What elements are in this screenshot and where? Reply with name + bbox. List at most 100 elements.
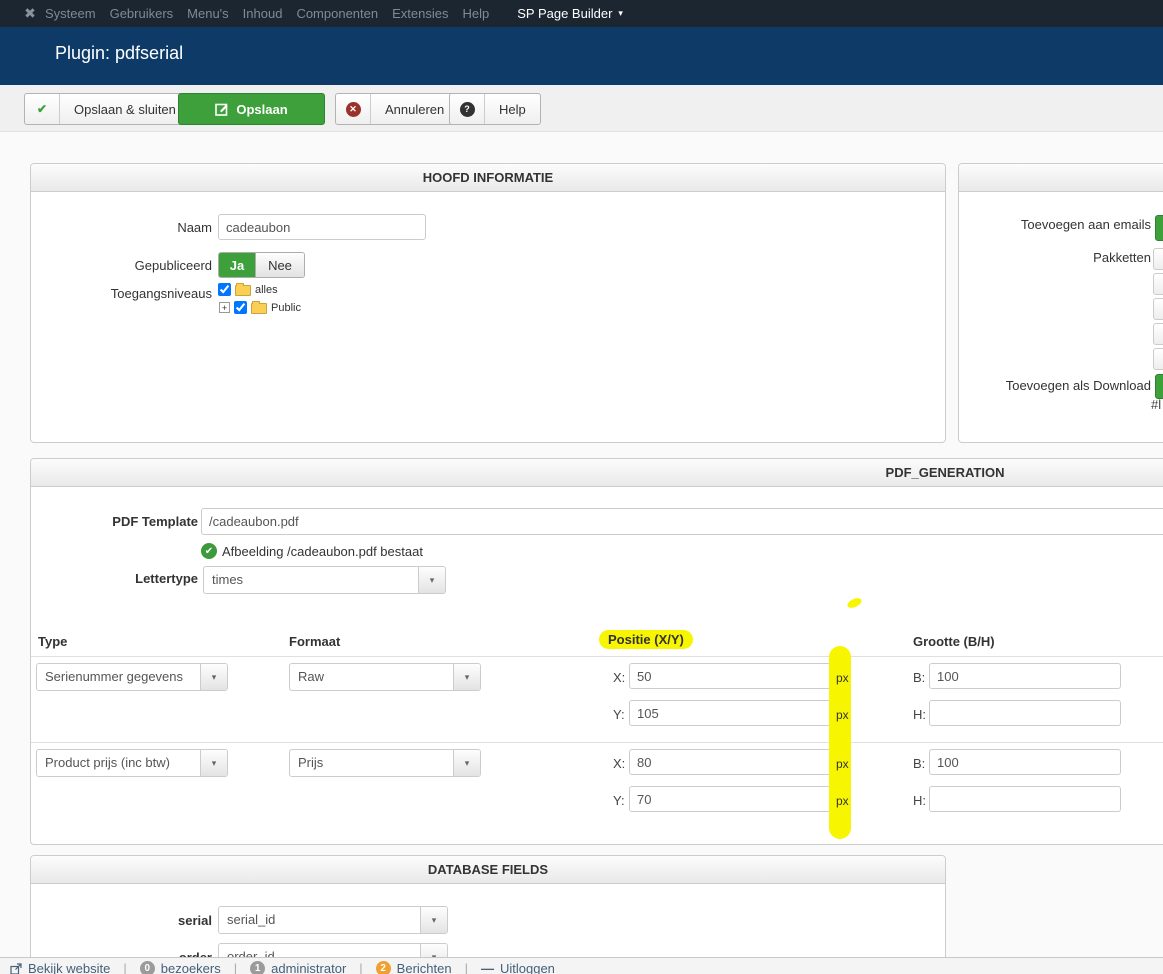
row1-type-select-button[interactable]: ▾	[200, 664, 227, 690]
serial-select[interactable]: serial_id ▾	[218, 906, 448, 934]
external-link-icon	[10, 963, 22, 974]
row2-formaat-select-button[interactable]: ▾	[453, 750, 480, 776]
logout-link[interactable]: — Uitloggen	[481, 961, 555, 974]
row1-formaat-select-button[interactable]: ▾	[453, 664, 480, 690]
serial-value: serial_id	[219, 907, 420, 933]
cancel-button[interactable]: ✕ Annuleren	[335, 93, 459, 125]
check-icon: ✔	[37, 102, 47, 116]
toevoegen-emails-label: Toevoegen aan emails	[959, 217, 1151, 232]
visitors-link[interactable]: 0 bezoekers	[140, 961, 221, 974]
joomla-admin-screen: ✖ Systeem Gebruikers Menu's Inhoud Compo…	[0, 0, 1163, 974]
lettertype-label: Lettertype	[31, 571, 198, 586]
naam-label: Naam	[31, 220, 212, 235]
success-check-icon: ✔	[201, 543, 217, 559]
nav-item-gebruikers[interactable]: Gebruikers	[103, 0, 181, 27]
admin-topbar: ✖ Systeem Gebruikers Menu's Inhoud Compo…	[0, 0, 1163, 27]
help-button[interactable]: ? Help	[449, 93, 541, 125]
row1-x-input[interactable]	[629, 663, 833, 689]
row2-type-select[interactable]: Product prijs (inc btw) ▾	[36, 749, 228, 777]
row1-h-label: H:	[913, 707, 926, 722]
access-level-tree: alles + Public	[218, 282, 301, 318]
pakket-option[interactable]	[1153, 298, 1163, 320]
logout-icon: —	[481, 961, 494, 974]
tree-label-public: Public	[271, 302, 301, 314]
highlight-mark	[846, 596, 863, 610]
row2-h-input[interactable]	[929, 786, 1121, 812]
save-close-button[interactable]: ✔ Opslaan & sluiten	[24, 93, 191, 125]
expand-icon[interactable]: +	[219, 302, 230, 313]
joomla-logo-icon[interactable]: ✖	[22, 0, 38, 27]
naam-input[interactable]	[218, 214, 426, 240]
caret-down-icon: ▾	[618, 8, 623, 19]
pakket-option[interactable]	[1153, 348, 1163, 370]
footer-separator: |	[123, 961, 126, 974]
view-website-link[interactable]: Bekijk website	[10, 961, 110, 974]
row1-type-value: Serienummer gegevens	[37, 664, 200, 690]
footer-separator: |	[465, 961, 468, 974]
pakket-option[interactable]	[1153, 323, 1163, 345]
nav-item-help[interactable]: Help	[455, 0, 496, 27]
row2-type-select-button[interactable]: ▾	[200, 750, 227, 776]
access-alles-checkbox[interactable]	[218, 283, 231, 296]
panel-pdf-generation: PDF_GENERATION PDF Template ✔ Afbeelding…	[30, 458, 1163, 845]
pakket-option[interactable]	[1153, 248, 1163, 270]
column-header-grootte: Grootte (B/H)	[913, 634, 995, 649]
visitors-count-badge: 0	[140, 961, 155, 974]
page-header: Plugin: pdfserial	[0, 27, 1163, 85]
emails-toggle[interactable]	[1155, 215, 1163, 241]
sp-page-builder-label: SP Page Builder	[517, 6, 612, 21]
folder-icon	[251, 303, 267, 314]
row2-x-input[interactable]	[629, 749, 833, 775]
serial-select-button[interactable]: ▾	[420, 907, 447, 933]
lettertype-select[interactable]: times ▾	[203, 566, 446, 594]
panel-database-fields-header: DATABASE FIELDS	[31, 856, 945, 884]
messages-link[interactable]: 2 Berichten	[376, 961, 452, 974]
nav-item-extensies[interactable]: Extensies	[385, 0, 455, 27]
save-button[interactable]: Opslaan	[178, 93, 325, 125]
gepubliceerd-label: Gepubliceerd	[31, 258, 212, 273]
row1-y-input[interactable]	[629, 700, 833, 726]
row1-b-label: B:	[913, 670, 925, 685]
help-icon: ?	[460, 102, 475, 117]
lettertype-select-button[interactable]: ▾	[418, 567, 445, 593]
toevoegen-download-label: Toevoegen als Download	[959, 378, 1151, 393]
px-unit-label: px	[836, 757, 849, 771]
row2-x-label: X:	[613, 756, 625, 771]
serial-label: serial	[31, 913, 212, 928]
row1-h-input[interactable]	[929, 700, 1121, 726]
administrators-count-badge: 1	[250, 961, 265, 974]
nav-item-menus[interactable]: Menu's	[180, 0, 236, 27]
row2-b-input[interactable]	[929, 749, 1121, 775]
folder-icon	[235, 285, 251, 296]
published-no-button[interactable]: Nee	[255, 253, 304, 277]
pakketten-list	[1153, 248, 1163, 373]
row1-y-label: Y:	[613, 707, 625, 722]
messages-count-badge: 2	[376, 961, 391, 974]
nav-item-sp-page-builder[interactable]: SP Page Builder ▾	[510, 6, 630, 21]
nav-item-inhoud[interactable]: Inhoud	[236, 0, 290, 27]
px-unit-label: px	[836, 708, 849, 722]
nav-item-systeem[interactable]: Systeem	[38, 0, 103, 27]
download-toggle[interactable]	[1155, 374, 1163, 399]
row1-b-input[interactable]	[929, 663, 1121, 689]
row2-y-input[interactable]	[629, 786, 833, 812]
panel-database-fields-title: DATABASE FIELDS	[428, 862, 548, 877]
row2-formaat-select[interactable]: Prijs ▾	[289, 749, 481, 777]
access-public-checkbox[interactable]	[234, 301, 247, 314]
tree-label-alles: alles	[255, 284, 278, 296]
nav-item-componenten[interactable]: Componenten	[289, 0, 385, 27]
pakket-option[interactable]	[1153, 273, 1163, 295]
column-header-formaat: Formaat	[289, 634, 340, 649]
panel-hoofd-informatie-header: HOOFD INFORMATIE	[31, 164, 945, 192]
save-icon	[215, 102, 229, 116]
administrators-link[interactable]: 1 administrator	[250, 961, 346, 974]
cancel-icon: ✕	[346, 102, 361, 117]
row1-formaat-select[interactable]: Raw ▾	[289, 663, 481, 691]
panel-hoofd-informatie: HOOFD INFORMATIE Naam Gepubliceerd Ja Ne…	[30, 163, 946, 443]
row2-y-label: Y:	[613, 793, 625, 808]
published-yes-button[interactable]: Ja	[219, 253, 255, 277]
caret-down-icon: ▾	[465, 758, 470, 769]
row1-type-select[interactable]: Serienummer gegevens ▾	[36, 663, 228, 691]
footer-separator: |	[359, 961, 362, 974]
pdf-template-input[interactable]	[201, 508, 1163, 535]
